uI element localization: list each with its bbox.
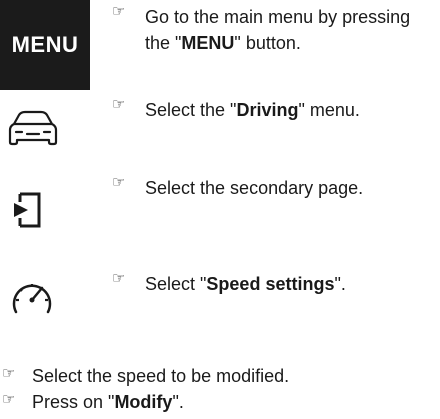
speed-settings-bold: Speed settings <box>206 274 335 294</box>
speedometer-icon <box>0 270 90 320</box>
step-2-text: Select the "Driving" menu. <box>145 100 360 120</box>
bottom-line-1: Select the speed to be modified. <box>32 366 290 386</box>
step-4-text: Select "Speed settings". <box>145 274 346 294</box>
pointing-hand-icon: ☞ <box>2 364 16 382</box>
pointing-hand-icon: ☞ <box>112 173 126 191</box>
menu-key-label: MENU <box>11 32 79 57</box>
secondary-page-icon <box>0 190 90 230</box>
menu-bold: MENU <box>181 33 235 53</box>
bottom-line-2: Press on "Modify". <box>32 392 184 412</box>
pointing-hand-icon: ☞ <box>112 95 126 113</box>
step-3-text: Select the secondary page. <box>145 178 364 198</box>
step-1-line-1: Go to the main menu by pressing <box>145 7 411 27</box>
menu-key-icon: MENU <box>0 0 90 90</box>
driving-bold: Driving <box>236 100 299 120</box>
step-1-text: Go to the main menu by pressing the "MEN… <box>145 4 435 56</box>
step-1-line-2: the "MENU" button. <box>145 33 301 53</box>
pointing-hand-icon: ☞ <box>112 269 126 287</box>
pointing-hand-icon: ☞ <box>112 2 126 20</box>
car-icon <box>0 108 90 148</box>
modify-bold: Modify <box>114 392 173 412</box>
pointing-hand-icon: ☞ <box>2 390 16 408</box>
